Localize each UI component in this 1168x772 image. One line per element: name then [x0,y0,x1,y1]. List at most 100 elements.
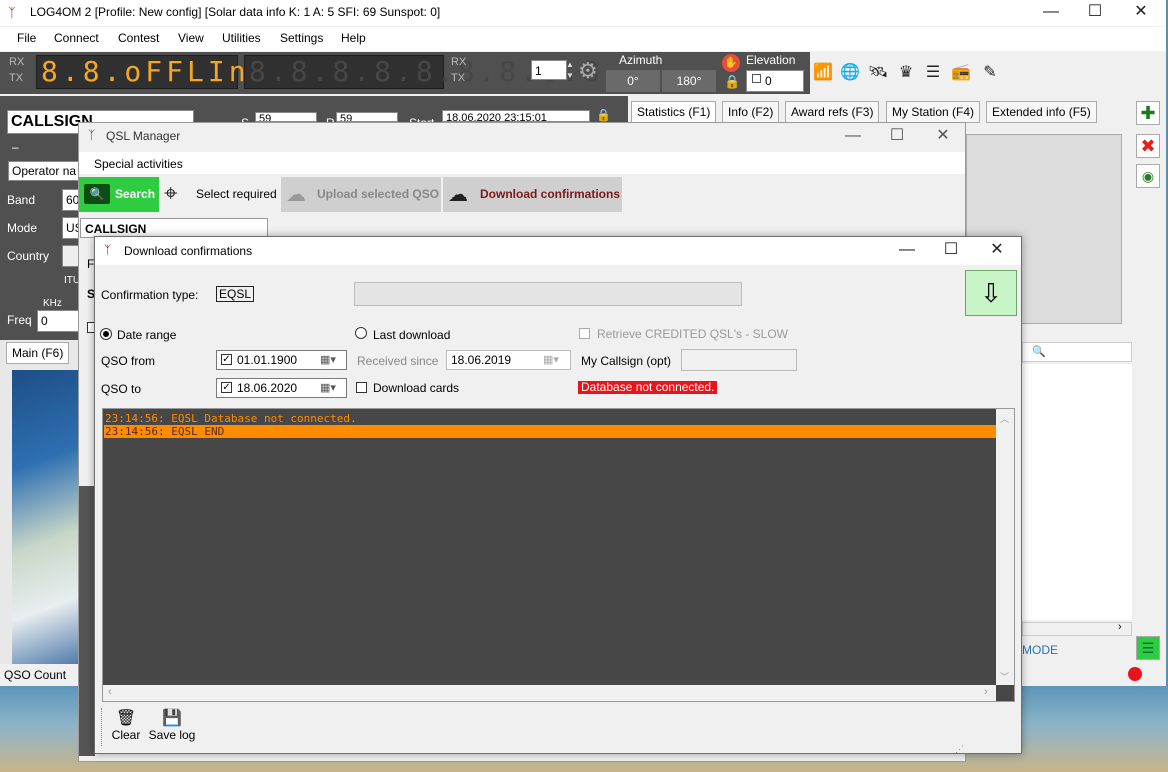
download-cards-checkbox[interactable] [356,382,367,393]
stop-rotator-icon[interactable]: ✋ [722,54,740,72]
vfo-spinner[interactable]: 1 [531,60,567,80]
close-button[interactable]: ✕ [1118,0,1164,26]
menu-view[interactable]: View [178,31,204,45]
received-since-calendar-icon[interactable]: ▦▾ [543,353,559,366]
dialog-maximize-button[interactable]: ☐ [928,238,974,264]
world-map[interactable] [12,370,80,680]
log-output [102,408,1015,702]
pencil-icon[interactable]: ✎ [979,62,1001,84]
last-download-radio[interactable] [355,327,367,339]
qso-from-checkbox[interactable]: ✓ [221,354,232,365]
qso-to-value: 18.06.2020 [237,381,298,395]
date-range-radio[interactable] [100,328,112,340]
qso-from-calendar-icon[interactable]: ▦▾ [320,353,336,366]
operator-name-input[interactable]: Operator na [8,161,88,181]
retrieve-credited-checkbox[interactable] [579,328,590,339]
scroll-right-icon[interactable]: › [1118,621,1122,633]
log-line-selected: 23:14:56: EQSL END [104,425,997,438]
dialog-minimize-button[interactable]: — [884,238,930,264]
received-since-label: Received since [357,354,439,368]
tab-statistics[interactable]: Statistics (F1) [631,101,717,123]
log-vscrollbar[interactable] [996,409,1014,685]
freq-input[interactable]: 0 [37,310,79,332]
elevation-checkbox[interactable] [752,74,761,83]
tab-my-station[interactable]: My Station (F4) [886,101,981,123]
menu-settings[interactable]: Settings [280,31,323,45]
tab-extended-info-label: Extended info (F5) [992,105,1091,119]
qso-to-checkbox[interactable]: ✓ [221,382,232,393]
clear-button[interactable]: 🗑 Clear [110,710,142,746]
rss-icon[interactable]: 📶 [812,62,834,84]
cluster-icon[interactable]: ☰ [922,62,944,84]
radio-icon[interactable]: 📻 [950,62,972,84]
azimuth-180-button[interactable]: 180° [662,70,716,92]
folder-search-icon: 🔍 [84,184,110,204]
scroll-up-icon[interactable]: ︿ [1000,412,1009,425]
tab-award-refs[interactable]: Award refs (F3) [785,101,880,123]
tab-info[interactable]: Info (F2) [722,101,780,123]
start-time-input[interactable]: 18.06.2020 23:15:01 [442,110,590,122]
menu-contest[interactable]: Contest [118,31,159,45]
azimuth-0-button[interactable]: 0° [606,70,660,92]
my-callsign-input[interactable] [681,349,797,371]
add-icon[interactable]: ✚ [1136,101,1160,125]
tab-extended-info[interactable]: Extended info (F5) [986,101,1097,123]
minimize-button[interactable]: — [1028,0,1074,26]
qsl-manager-logo-icon: ᛉ [88,128,96,142]
rst-sent-input[interactable]: 59 [255,112,317,122]
log-hscrollbar[interactable] [103,685,996,701]
tx-label: TX [9,72,24,84]
record-icon[interactable] [1128,667,1142,681]
globe-icon[interactable]: 🌐 [839,62,861,84]
floppy-icon: 💾 [162,710,182,727]
country-label: Country [7,249,50,263]
resize-grip-icon[interactable]: ⋰ [955,744,964,755]
menu-connect[interactable]: Connect [54,31,99,45]
save-log-button[interactable]: 💾 Save log [148,710,196,746]
qso-to-calendar-icon[interactable]: ▦▾ [320,381,336,394]
qsl-minimize-button[interactable]: — [830,124,876,150]
cluster-search-icon[interactable]: 🔍 [1032,345,1046,358]
qsl-menu-bar [79,152,965,174]
gear-icon[interactable]: ⚙ [578,58,598,84]
my-callsign-label: My Callsign (opt) [581,354,672,368]
list-icon[interactable]: ☰ [1136,636,1160,660]
toolbar-grip [101,708,103,746]
confirmation-type-select[interactable]: EQSL [216,286,254,302]
satellite-icon[interactable]: 🛰 [867,62,889,84]
download-confirmations-button[interactable]: Download confirmations [443,177,622,212]
rst-rcvd-input[interactable]: 59 [336,112,398,122]
scroll-left-icon[interactable]: ‹ [108,686,112,698]
scroll-right-icon-log[interactable]: › [984,686,988,698]
crown-icon[interactable]: ♛ [895,62,917,84]
offline-display-text: 8.8.oFFLInE [41,55,271,88]
menu-help[interactable]: Help [341,31,366,45]
tab-main[interactable]: Main (F6) [6,342,70,364]
upload-selected-label: Upload selected QSO [317,187,440,201]
lock-icon[interactable]: 🔒 [724,74,740,90]
start-lock-icon[interactable]: 🔒 [596,108,611,122]
menu-special-activities[interactable]: Special activities [94,157,183,171]
menu-file[interactable]: File [17,31,36,45]
cluster-hscrollbar[interactable] [1022,622,1132,636]
scroll-down-icon[interactable]: ﹀ [1000,670,1009,683]
web-icon[interactable]: ◉ [1136,164,1160,188]
freq-value: 0 [41,314,48,328]
menu-bar [0,27,1166,51]
select-required-button[interactable]: Select required [160,177,280,212]
qsl-callsign-field[interactable]: CALLSIGN [80,218,268,238]
khz-label: KHz [43,298,62,309]
spinner-arrows-icon[interactable]: ▲ ▼ [566,59,574,81]
qsl-close-button[interactable]: ✕ [920,124,966,150]
db-status-badge: Database not connected. [578,381,718,394]
trash-icon: 🗑 [115,710,137,727]
start-download-button[interactable]: ⇩ [965,270,1017,316]
menu-utilities[interactable]: Utilities [222,31,261,45]
dialog-close-button[interactable]: ✕ [974,238,1020,264]
qsl-maximize-button[interactable]: ☐ [874,124,920,150]
delete-icon[interactable]: ✖ [1136,134,1160,158]
azimuth-label: Azimuth [619,53,663,67]
maximize-button[interactable]: ☐ [1072,0,1118,26]
app-title: LOG4OM 2 [Profile: New config] [Solar da… [30,5,441,19]
log-line: 23:14:56: EQSL Database not connected. [104,412,997,425]
